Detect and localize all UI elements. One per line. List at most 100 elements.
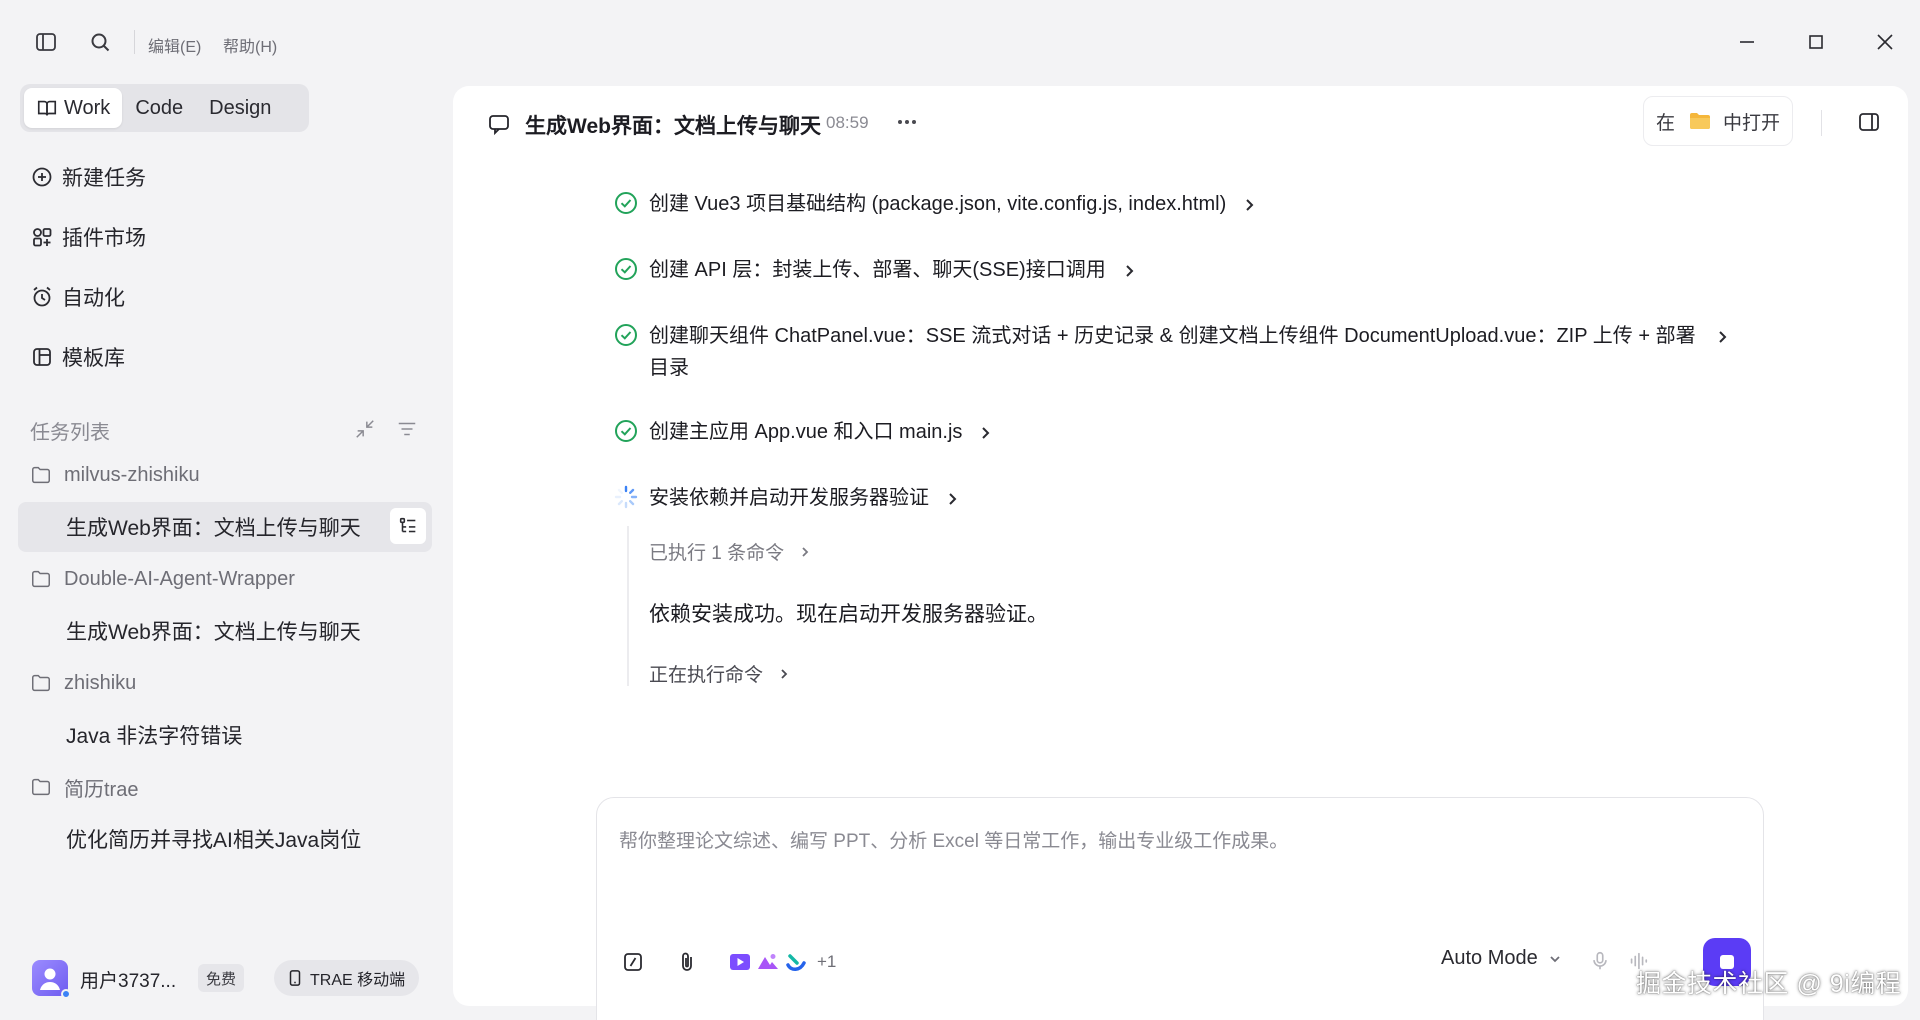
chat-input-box: +1 Auto Mode xyxy=(596,797,1764,1020)
step-detail-line xyxy=(627,526,629,686)
folder-label: zhishiku xyxy=(64,671,137,694)
assistant-message: 依赖安装成功。现在启动开发服务器验证。 xyxy=(649,603,1048,626)
chat-bubble-icon xyxy=(487,112,511,136)
nav-automation[interactable]: 自动化 xyxy=(30,280,125,314)
mode-tab-design[interactable]: Design xyxy=(196,88,284,128)
open-in-folder-button[interactable]: 在 中打开 xyxy=(1643,96,1794,146)
nav-label: 自动化 xyxy=(62,287,125,310)
folder-icon xyxy=(30,776,52,798)
mode-tab-code[interactable]: Code xyxy=(122,88,196,128)
task-item-active[interactable]: 生成Web界面：文档上传与聊天 xyxy=(66,512,361,542)
check-circle-icon xyxy=(613,190,639,216)
plan-badge: 免费 xyxy=(198,964,245,992)
sidebar: Work Code Design 新建任务 插件市场 自动化 模板库 任务列表 xyxy=(0,84,452,1020)
folder-item[interactable]: Double-AI-Agent-Wrapper xyxy=(30,564,295,594)
task-step[interactable]: 创建 API 层：封装上传、部署、聊天(SSE)接口调用 xyxy=(613,254,1138,286)
maximize-button[interactable] xyxy=(1804,30,1828,54)
task-item[interactable]: 优化简历并寻找AI相关Java岗位 xyxy=(66,824,361,854)
design-tool-icon xyxy=(785,951,807,973)
task-step[interactable]: 创建聊天组件 ChatPanel.vue：SSE 流式对话 + 历史记录 & 创… xyxy=(613,320,1731,384)
step-text: 创建 Vue3 项目基础结构 (package.json, vite.confi… xyxy=(649,193,1227,215)
folder-item[interactable]: milvus-zhishiku xyxy=(30,460,200,490)
chevron-right-icon xyxy=(1713,328,1731,346)
phone-icon xyxy=(286,969,304,987)
mode-switch: Work Code Design xyxy=(20,84,309,132)
loading-spinner-icon xyxy=(613,484,639,510)
nav-label: 新建任务 xyxy=(62,167,146,190)
mobile-app-label: TRAE 移动端 xyxy=(310,972,406,989)
minimize-button[interactable] xyxy=(1735,30,1759,54)
task-list-heading: 任务列表 xyxy=(30,422,110,444)
more-tools-count: +1 xyxy=(817,952,837,971)
mode-tab-label: Code xyxy=(135,96,184,119)
mode-tab-label: Work xyxy=(64,96,111,119)
nav-label: 插件市场 xyxy=(62,227,146,250)
folder-label: milvus-zhishiku xyxy=(64,463,200,486)
close-button[interactable] xyxy=(1873,30,1897,54)
filter-icon[interactable] xyxy=(396,418,418,440)
video-tool-icon xyxy=(729,951,751,973)
open-in-suffix: 中打开 xyxy=(1723,112,1781,134)
mode-tab-work[interactable]: Work xyxy=(24,88,123,128)
task-step[interactable]: 创建 Vue3 项目基础结构 (package.json, vite.confi… xyxy=(613,188,1258,220)
plugin-icon xyxy=(30,225,54,249)
titlebar-divider xyxy=(134,30,135,54)
image-tool-icon xyxy=(757,951,779,973)
open-in-prefix: 在 xyxy=(1656,112,1676,134)
running-command-link[interactable]: 正在执行命令 xyxy=(649,660,791,687)
executed-commands-link[interactable]: 已执行 1 条命令 xyxy=(649,538,812,565)
step-text: 创建 API 层：封装上传、部署、聊天(SSE)接口调用 xyxy=(649,259,1106,281)
slash-command-icon[interactable] xyxy=(621,950,645,974)
chevron-right-icon xyxy=(1240,196,1258,214)
attachment-icon[interactable] xyxy=(675,950,699,974)
mode-dropdown-label: Auto Mode xyxy=(1441,947,1538,969)
avatar[interactable] xyxy=(32,960,71,999)
nav-new-task[interactable]: 新建任务 xyxy=(30,160,146,194)
chat-panel: 生成Web界面：文档上传与聊天 08:59 在 中打开 创建 Vue3 项目基础… xyxy=(453,86,1908,1020)
chevron-down-icon xyxy=(1548,952,1562,966)
folder-icon xyxy=(30,464,52,486)
step-text: 创建主应用 App.vue 和入口 main.js xyxy=(649,421,963,443)
check-circle-icon xyxy=(613,256,639,282)
task-step-in-progress[interactable]: 安装依赖并启动开发服务器验证 xyxy=(613,482,961,514)
header-divider xyxy=(1821,110,1822,136)
chevron-right-icon xyxy=(1120,262,1138,280)
mobile-app-button[interactable]: TRAE 移动端 xyxy=(274,960,420,996)
collapse-icon[interactable] xyxy=(354,418,376,440)
template-icon xyxy=(30,345,54,369)
title-bar: 编辑(E) 帮助(H) xyxy=(0,0,1920,84)
folder-icon xyxy=(30,568,52,590)
chat-title: 生成Web界面：文档上传与聊天 xyxy=(525,115,821,138)
chat-time: 08:59 xyxy=(826,113,869,132)
folder-icon xyxy=(1689,111,1711,131)
microphone-icon[interactable] xyxy=(1589,950,1611,972)
mode-tab-label: Design xyxy=(209,96,272,119)
menu-help[interactable]: 帮助(H) xyxy=(223,33,277,57)
executed-commands-label: 已执行 1 条命令 xyxy=(649,543,785,564)
sidebar-toggle-icon[interactable] xyxy=(34,30,58,54)
check-circle-icon xyxy=(613,322,639,348)
tools-selector[interactable]: +1 xyxy=(729,944,836,980)
step-text: 安装依赖并启动开发服务器验证 xyxy=(649,487,929,509)
step-text: 创建聊天组件 ChatPanel.vue：SSE 流式对话 + 历史记录 & 创… xyxy=(649,325,1696,379)
more-options-icon[interactable] xyxy=(893,110,921,134)
task-item[interactable]: Java 非法字符错误 xyxy=(66,720,242,750)
folder-item[interactable]: 简历trae xyxy=(30,772,138,802)
user-name[interactable]: 用户3737... xyxy=(80,966,176,993)
task-step[interactable]: 创建主应用 App.vue 和入口 main.js xyxy=(613,416,994,448)
chevron-right-icon xyxy=(777,667,791,681)
running-command-label: 正在执行命令 xyxy=(649,665,764,686)
nav-plugin-market[interactable]: 插件市场 xyxy=(30,220,146,254)
chevron-right-icon xyxy=(798,545,812,559)
folder-item[interactable]: zhishiku xyxy=(30,668,136,698)
book-open-icon xyxy=(36,97,58,119)
task-outline-icon[interactable] xyxy=(390,508,426,544)
chat-input[interactable] xyxy=(619,826,1739,926)
right-panel-toggle-icon[interactable] xyxy=(1857,110,1881,134)
task-item[interactable]: 生成Web界面：文档上传与聊天 xyxy=(66,616,361,646)
menu-edit[interactable]: 编辑(E) xyxy=(148,33,201,57)
mode-dropdown[interactable]: Auto Mode xyxy=(1441,947,1562,970)
search-icon[interactable] xyxy=(88,30,112,54)
nav-template-library[interactable]: 模板库 xyxy=(30,340,125,374)
folder-label: Double-AI-Agent-Wrapper xyxy=(64,567,295,590)
